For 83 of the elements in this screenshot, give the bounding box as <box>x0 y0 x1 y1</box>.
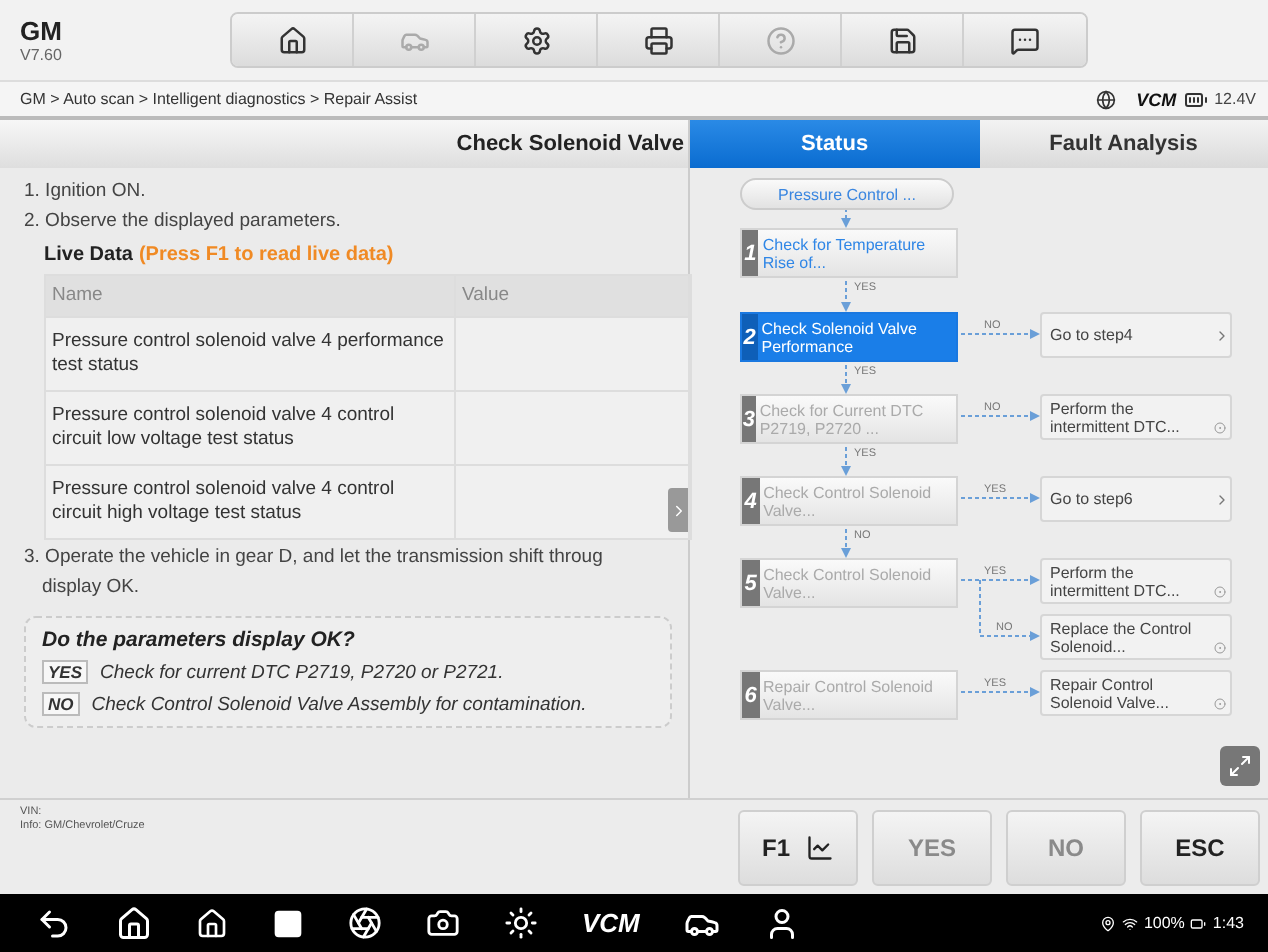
battery-level: 100% <box>1143 914 1185 932</box>
panel-handle[interactable] <box>668 488 688 532</box>
result-label: Repair Control Solenoid Valve... <box>1050 675 1171 711</box>
help-icon <box>765 25 795 55</box>
result-label: Go to step4 <box>1050 326 1135 344</box>
step-label: Check Control Solenoid Valve... <box>761 481 934 523</box>
tab[interactable]: Status <box>690 120 979 168</box>
printer-icon <box>643 25 673 55</box>
expand-icon <box>1228 754 1252 778</box>
toolbar-button[interactable] <box>476 14 598 66</box>
answer-tag: YES <box>42 660 89 684</box>
app-title: GM <box>20 16 64 46</box>
step-number: 6 <box>742 672 760 718</box>
home-icon[interactable] <box>116 905 152 941</box>
step-number: 4 <box>742 478 760 524</box>
result-label: Perform the intermittent DTC... <box>1050 563 1182 599</box>
step-label: Check Solenoid Valve Performance <box>759 317 919 359</box>
back-icon[interactable] <box>36 905 72 941</box>
step-label: Check for Current DTC P2719, P2720 ... <box>757 399 926 441</box>
action-button[interactable]: F1 <box>738 810 858 886</box>
flow-result-node[interactable]: Go to step6 <box>1040 476 1232 522</box>
step-number: 2 <box>742 314 758 360</box>
procedure-title: Check Solenoid Valve <box>0 120 688 168</box>
tab[interactable]: Fault Analysis <box>979 120 1268 168</box>
version-label: V7.60 <box>20 46 64 64</box>
dot-icon <box>1214 422 1226 434</box>
breadcrumb: GM > Auto scan > Intelligent diagnostics > Repair Assist <box>20 90 420 108</box>
step-number: 5 <box>742 560 760 606</box>
flow-result-node[interactable]: Perform the intermittent DTC... <box>1040 394 1232 440</box>
flow-result-node[interactable]: Replace the Control Solenoid... <box>1040 614 1232 660</box>
chart-icon <box>806 834 834 862</box>
step-text: 3. Operate the vehicle in gear D, and let the transmission shift throug <box>24 544 605 570</box>
clock: 1:43 <box>1212 914 1244 932</box>
result-label: Go to step6 <box>1050 490 1135 508</box>
home-icon <box>277 25 307 55</box>
step-label: Check Control Solenoid Valve... <box>761 563 934 605</box>
flow-result-node[interactable]: Perform the intermittent DTC... <box>1040 558 1232 604</box>
step-text: 2. Observe the displayed parameters. <box>24 208 343 234</box>
flow-result-node[interactable]: Repair Control Solenoid Valve... <box>1040 670 1232 716</box>
answer-text: Check for current DTC P2719, P2720 or P2721. <box>100 661 504 683</box>
globe-icon <box>1096 89 1117 109</box>
wifi-icon <box>1121 915 1138 931</box>
answer-text: Check Control Solenoid Valve Assembly for contamination. <box>91 693 587 715</box>
question-title: Do the parameters display OK? <box>42 628 357 652</box>
house-icon[interactable] <box>196 907 228 939</box>
chat-icon <box>1010 25 1040 55</box>
dot-icon <box>1214 642 1226 654</box>
camera-icon[interactable] <box>426 906 460 940</box>
flow-result-node[interactable]: Go to step4 <box>1040 312 1232 358</box>
battery-icon <box>1184 87 1209 111</box>
action-button[interactable]: ESC <box>1140 810 1260 886</box>
step-number: 3 <box>742 396 756 442</box>
voltage-label: 12.4V <box>1214 90 1256 108</box>
step-text: display OK. <box>40 574 142 600</box>
location-icon <box>1099 915 1116 931</box>
live-data-label: Live Data <box>44 244 133 266</box>
battery-icon <box>1190 915 1207 931</box>
live-data-hint: (Press F1 to read live data) <box>138 244 394 266</box>
chevron-icon <box>1214 491 1230 507</box>
toolbar-button[interactable] <box>232 14 354 66</box>
toolbar-button[interactable] <box>598 14 720 66</box>
expand-button[interactable] <box>1220 746 1260 786</box>
toolbar-button[interactable] <box>964 14 1086 66</box>
brightness-icon[interactable] <box>504 906 538 940</box>
table-cell: Pressure control solenoid valve 4 control circuit high voltage test status <box>46 466 456 538</box>
browser-icon[interactable] <box>348 906 382 940</box>
dot-icon <box>1214 698 1226 710</box>
step-label: Repair Control Solenoid Valve... <box>761 675 935 717</box>
connector-arrow <box>841 207 851 228</box>
vcm-logo[interactable]: VCM <box>582 908 640 938</box>
step-text: 1. Ignition ON. <box>24 178 148 204</box>
vcm-label: VCM <box>1136 89 1177 109</box>
chevron-icon <box>1214 327 1230 343</box>
toolbar-button[interactable] <box>842 14 964 66</box>
step-number: 1 <box>742 230 759 276</box>
step-label: Check for Temperature Rise of... <box>760 233 928 275</box>
dot-icon <box>1214 586 1226 598</box>
answer-tag: NO <box>42 692 80 716</box>
save-icon <box>887 25 917 55</box>
settings-icon <box>521 25 551 55</box>
result-label: Perform the intermittent DTC... <box>1050 399 1182 435</box>
square-icon[interactable] <box>272 907 304 939</box>
result-label: Replace the Control Solenoid... <box>1050 619 1194 655</box>
